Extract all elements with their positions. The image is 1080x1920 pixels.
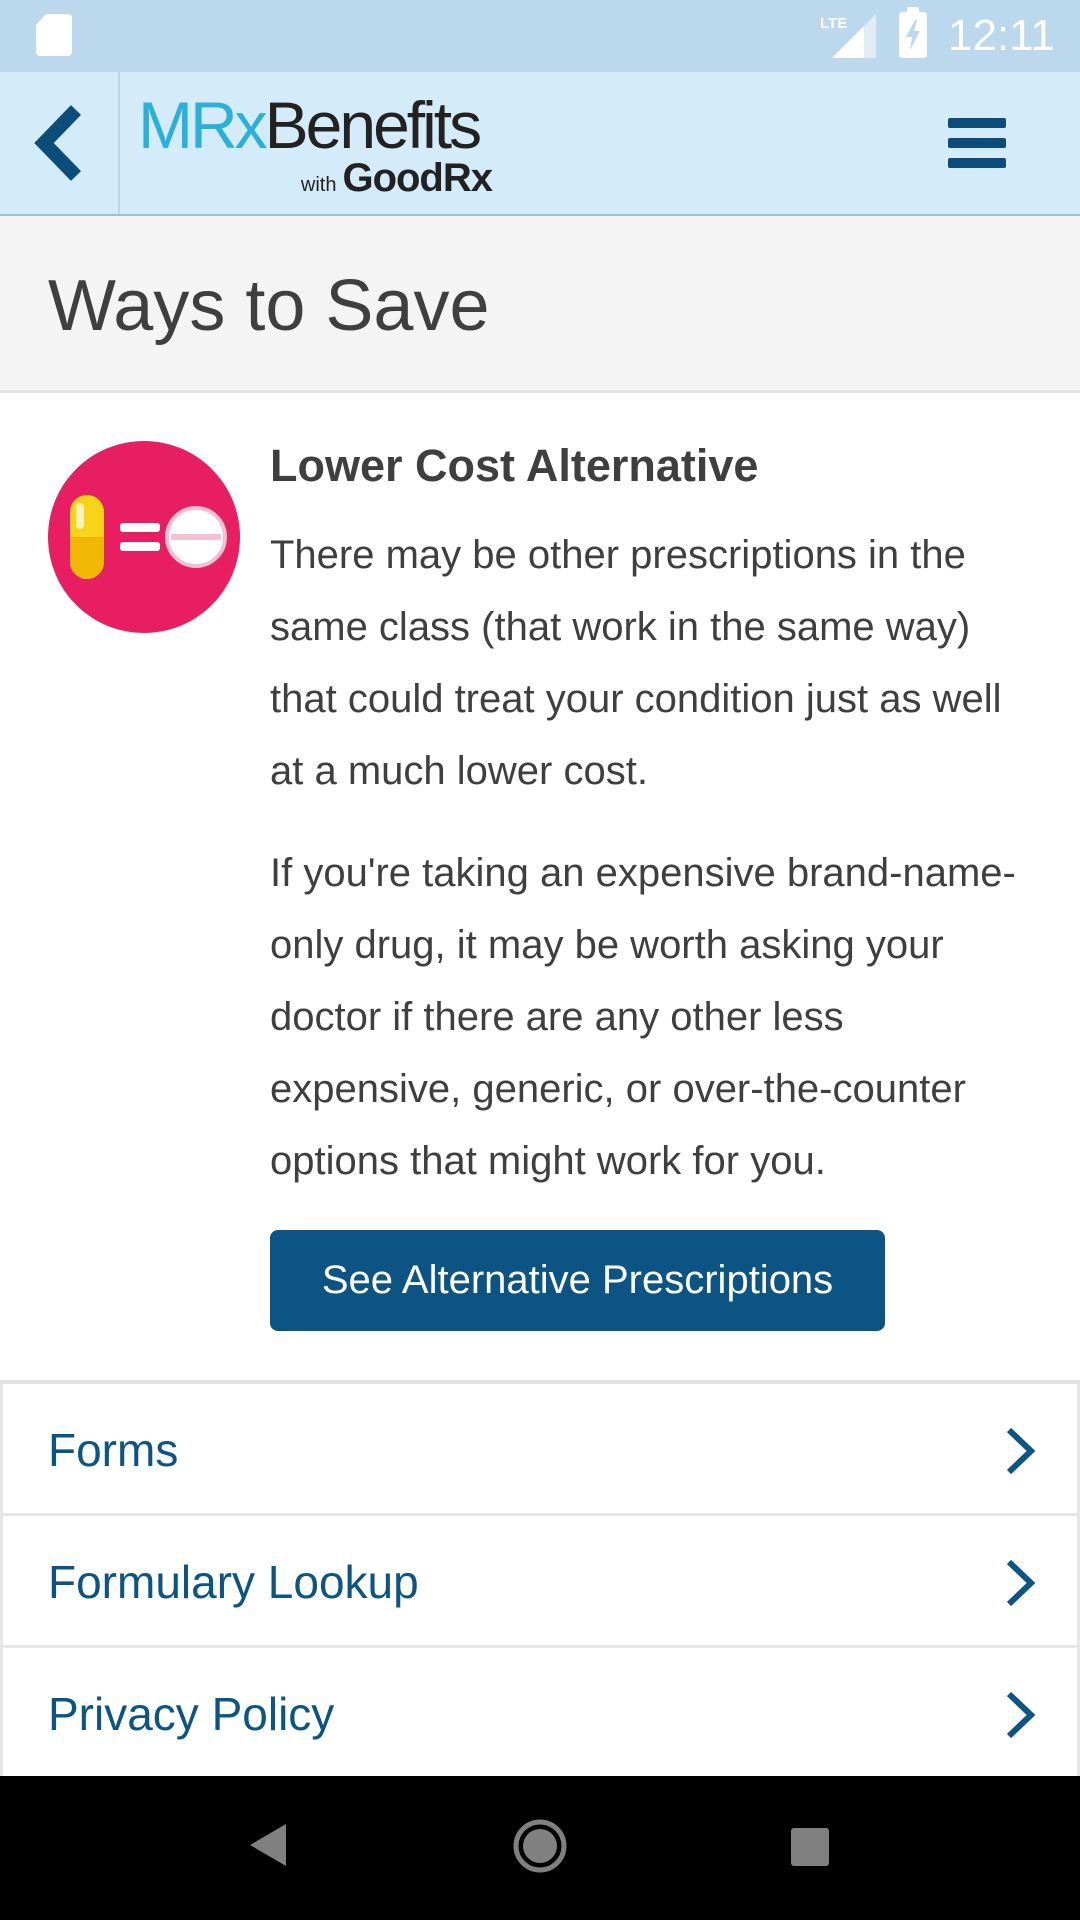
pill-equals-tablet-icon bbox=[48, 441, 240, 633]
nav-back-icon[interactable] bbox=[248, 1822, 288, 1868]
battery-charging-icon bbox=[899, 7, 927, 58]
network-label: LTE bbox=[820, 15, 847, 32]
status-bar: LTE 12:11 bbox=[0, 0, 1080, 72]
hamburger-menu-icon[interactable] bbox=[940, 112, 1014, 174]
see-alternative-prescriptions-button[interactable]: See Alternative Prescriptions bbox=[270, 1230, 885, 1331]
list-item-label: Privacy Policy bbox=[48, 1688, 335, 1740]
list-item-formulary-lookup[interactable]: Formulary Lookup bbox=[0, 1516, 1080, 1648]
chevron-left-icon bbox=[34, 105, 82, 181]
sd-card-icon bbox=[36, 14, 72, 56]
list-item-forms[interactable]: Forms bbox=[0, 1384, 1080, 1516]
card-paragraph-2: If you're taking an expensive brand-name… bbox=[270, 851, 1016, 1183]
nav-home-icon[interactable] bbox=[512, 1818, 568, 1874]
title-band: Ways to Save bbox=[0, 216, 1080, 393]
chevron-right-icon bbox=[1006, 1691, 1036, 1739]
clock: 12:11 bbox=[948, 11, 1055, 60]
system-nav-bar bbox=[0, 1776, 1080, 1920]
card-paragraph-1: There may be other prescriptions in the … bbox=[270, 533, 1002, 793]
logo-mrx-text: MRx bbox=[138, 88, 268, 162]
chevron-right-icon bbox=[1006, 1559, 1036, 1607]
list-item-label: Formulary Lookup bbox=[48, 1556, 419, 1608]
nav-recents-icon[interactable] bbox=[791, 1828, 829, 1866]
mrxbenefits-goodrx-logo: MRxBenefits with GoodRx bbox=[138, 84, 508, 204]
logo-goodrx-text: GoodRx bbox=[342, 156, 493, 200]
logo-with-text: with bbox=[300, 174, 337, 196]
back-button[interactable] bbox=[0, 72, 120, 214]
chevron-right-icon bbox=[1006, 1427, 1036, 1475]
app-header: MRxBenefits with GoodRx bbox=[0, 72, 1080, 216]
logo-benefits-text: Benefits bbox=[264, 88, 482, 162]
link-list: Forms Formulary Lookup Privacy Policy bbox=[0, 1380, 1080, 1780]
page-title: Ways to Save bbox=[48, 266, 490, 346]
list-item-label: Forms bbox=[48, 1424, 179, 1476]
list-item-privacy-policy[interactable]: Privacy Policy bbox=[0, 1648, 1080, 1780]
lte-signal-icon: LTE bbox=[820, 14, 876, 58]
card-title: Lower Cost Alternative bbox=[270, 440, 759, 491]
